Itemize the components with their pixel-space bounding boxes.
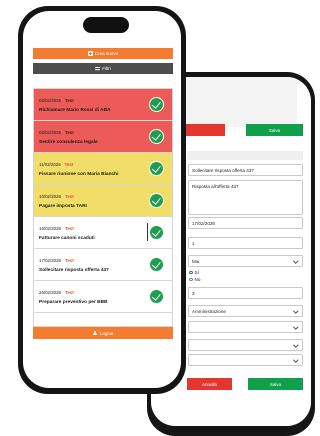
extra-select-2[interactable] [188,339,303,351]
task-meta: 17/02/2026 Test [39,258,74,263]
create-new-label: Crea nuovo [94,51,119,56]
task-date: 26/02/2026 [39,290,61,295]
task-tag: Test [64,98,74,103]
logout-label: Logout [99,330,114,336]
task-card[interactable]: 10/02/2026 Test Pagare imposta TARI [34,185,172,217]
extra-select-3[interactable] [188,354,303,366]
task-card[interactable]: 17/02/2026 Test Sollecitare risposta offe… [34,249,172,281]
logout-button[interactable]: Logout [33,327,173,339]
radio-yes-circle[interactable] [189,270,193,275]
complete-check-icon[interactable] [149,129,164,144]
user-icon [93,330,98,336]
task-date: 02/02/2026 [39,130,61,135]
cancel-button-top[interactable] [183,124,225,136]
complete-check-icon[interactable] [149,161,164,176]
task-title: Preparare preventivo per BBB [39,300,108,305]
task-title: Sollecitare risposta offerta 437 [39,268,109,273]
task-date: 02/02/2026 [39,98,61,103]
task-tag: Test [64,194,74,199]
radio-no-label: No [194,277,201,282]
task-date: 11/02/2026 [39,162,61,167]
radio-no-circle[interactable] [189,277,193,282]
number-input[interactable]: 3 [188,287,303,299]
create-new-button[interactable]: Crea nuovo [33,48,173,59]
sliders-icon [95,66,101,71]
task-meta: 16/02/2026 Test [39,226,74,231]
text-cursor [147,223,148,241]
radio-yes[interactable]: Sì [189,270,199,275]
task-tag: Test [64,162,74,167]
dynamic-island [83,17,129,33]
task-card[interactable]: 02/02/2026 Test Richiamare Mario Rossi di… [34,89,172,121]
task-title: Richiamare Mario Rossi di ABA [39,108,111,113]
task-meta: 02/02/2026 Test [39,130,74,135]
plus-square-icon [87,51,93,56]
radio-no[interactable]: No [189,277,200,282]
task-meta: 02/02/2026 Test [39,98,74,103]
task-title: Sentire consulenza legale [39,140,98,145]
task-card[interactable]: 11/02/2026 Test Fissare riunione con Mari… [34,153,172,185]
task-list: 02/02/2026 Test Richiamare Mario Rossi di… [33,88,173,327]
title-input[interactable]: Sollecitare risposta offerta 437 [188,164,303,176]
category-select[interactable]: Amministrazione [188,305,303,317]
save-button-top[interactable]: Salva [246,124,303,136]
cancel-button[interactable]: Annulla [187,378,232,390]
complete-check-icon[interactable] [149,225,164,240]
complete-check-icon[interactable] [149,193,164,208]
complete-check-icon[interactable] [149,289,164,304]
task-tag: Test [64,290,74,295]
complete-check-icon[interactable] [149,257,164,272]
task-tag: Test [64,258,74,263]
radio-yes-label: Sì [194,270,199,275]
task-tag: Test [64,130,74,135]
list-screen: Crea nuovo Filtri 02/02/2026 Test Richiam… [23,11,181,388]
phone-list-screen: Crea nuovo Filtri 02/02/2026 Test Richiam… [18,6,186,394]
complete-check-icon[interactable] [149,97,164,112]
task-meta: 11/02/2026 Test [39,162,73,167]
edit-form: Salva Sollecitare risposta offerta 437 R… [167,77,311,426]
filter-label: Filtri [102,66,111,71]
form-section-header [187,151,303,160]
task-card[interactable]: 02/02/2026 Test Sentire consulenza legale [34,121,172,153]
description-textarea[interactable]: Risposta all'offerta 437 [188,180,303,215]
task-tag: Test [64,226,74,231]
task-date: 17/02/2026 [39,258,61,263]
task-card[interactable]: 26/02/2026 Test Preparare preventivo per … [34,281,172,313]
task-title: Fissare riunione con Maria Bianchi [39,172,119,177]
frequency-select[interactable]: Mai [188,255,303,267]
quantity-input[interactable]: 1 [188,237,303,249]
task-meta: 26/02/2026 Test [39,290,74,295]
task-title: Fatturare canoni scaduti [39,236,95,241]
save-button[interactable]: Salva [248,378,303,390]
filter-button[interactable]: Filtri [33,63,173,74]
task-date: 16/02/2026 [39,226,61,231]
task-card[interactable]: 16/02/2026 Test Fatturare canoni scaduti [34,217,172,249]
task-date: 10/02/2026 [39,194,61,199]
task-meta: 10/02/2026 Test [39,194,74,199]
extra-select-1[interactable] [188,321,303,333]
task-title: Pagare imposta TARI [39,204,87,209]
date-input[interactable]: 17/02/2026 [188,217,303,229]
